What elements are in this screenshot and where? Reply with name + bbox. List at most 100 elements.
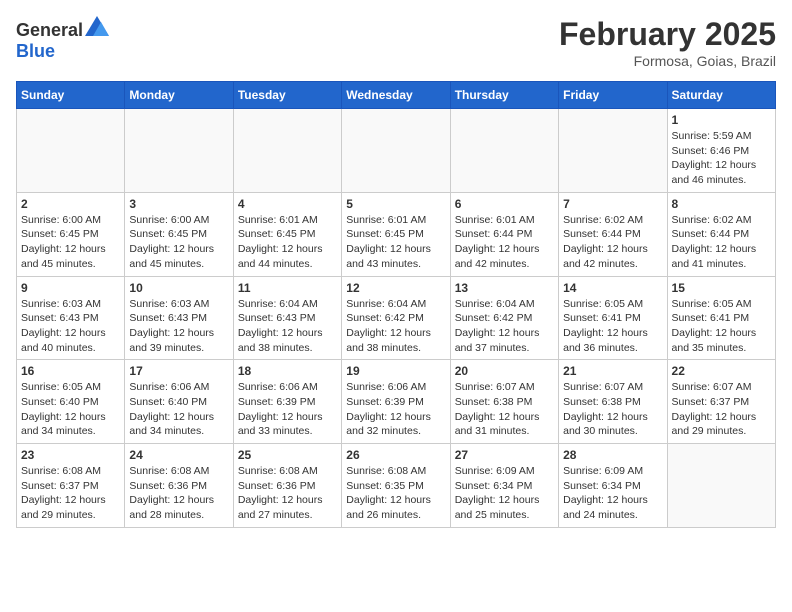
day-info: Sunrise: 6:08 AM Sunset: 6:35 PM Dayligh… xyxy=(346,464,445,523)
day-number: 2 xyxy=(21,197,120,211)
day-info: Sunrise: 6:00 AM Sunset: 6:45 PM Dayligh… xyxy=(21,213,120,272)
day-info: Sunrise: 6:06 AM Sunset: 6:40 PM Dayligh… xyxy=(129,380,228,439)
calendar-cell: 23 Sunrise: 6:08 AM Sunset: 6:37 PM Dayli… xyxy=(17,444,125,528)
calendar-week-4: 16Sunrise: 6:05 AM Sunset: 6:40 PM Dayli… xyxy=(17,360,776,444)
day-info: Sunrise: 6:02 AM Sunset: 6:44 PM Dayligh… xyxy=(672,213,771,272)
calendar-week-2: 2 Sunrise: 6:00 AM Sunset: 6:45 PM Daylig… xyxy=(17,192,776,276)
day-info: Sunrise: 6:05 AM Sunset: 6:41 PM Dayligh… xyxy=(563,297,662,356)
day-number: 4 xyxy=(238,197,337,211)
calendar-cell: 8 Sunrise: 6:02 AM Sunset: 6:44 PM Daylig… xyxy=(667,192,775,276)
logo-text: General Blue xyxy=(16,16,107,62)
calendar-cell: 5Sunrise: 6:01 AM Sunset: 6:45 PM Daylig… xyxy=(342,192,450,276)
day-number: 5 xyxy=(346,197,445,211)
day-info: Sunrise: 6:03 AM Sunset: 6:43 PM Dayligh… xyxy=(129,297,228,356)
day-info: Sunrise: 6:06 AM Sunset: 6:39 PM Dayligh… xyxy=(346,380,445,439)
month-title: February 2025 xyxy=(559,16,776,53)
logo-general: General xyxy=(16,20,83,40)
day-number: 9 xyxy=(21,281,120,295)
calendar-cell: 2 Sunrise: 6:00 AM Sunset: 6:45 PM Daylig… xyxy=(17,192,125,276)
column-header-friday: Friday xyxy=(559,82,667,109)
day-info: Sunrise: 6:05 AM Sunset: 6:41 PM Dayligh… xyxy=(672,297,771,356)
calendar-cell: 18 Sunrise: 6:06 AM Sunset: 6:39 PM Dayli… xyxy=(233,360,341,444)
calendar-cell: 27 Sunrise: 6:09 AM Sunset: 6:34 PM Dayli… xyxy=(450,444,558,528)
location-subtitle: Formosa, Goias, Brazil xyxy=(559,53,776,69)
day-info: Sunrise: 6:08 AM Sunset: 6:36 PM Dayligh… xyxy=(129,464,228,523)
calendar-cell: 20 Sunrise: 6:07 AM Sunset: 6:38 PM Dayli… xyxy=(450,360,558,444)
day-number: 25 xyxy=(238,448,337,462)
day-info: Sunrise: 6:07 AM Sunset: 6:38 PM Dayligh… xyxy=(455,380,554,439)
calendar-cell: 17 Sunrise: 6:06 AM Sunset: 6:40 PM Dayli… xyxy=(125,360,233,444)
day-number: 20 xyxy=(455,364,554,378)
day-number: 24 xyxy=(129,448,228,462)
day-info: Sunrise: 5:59 AM Sunset: 6:46 PM Dayligh… xyxy=(672,129,771,188)
day-number: 8 xyxy=(672,197,771,211)
calendar-cell xyxy=(233,109,341,193)
day-info: Sunrise: 6:01 AM Sunset: 6:44 PM Dayligh… xyxy=(455,213,554,272)
day-number: 23 xyxy=(21,448,120,462)
calendar-cell xyxy=(17,109,125,193)
day-number: 3 xyxy=(129,197,228,211)
day-info: Sunrise: 6:08 AM Sunset: 6:37 PM Dayligh… xyxy=(21,464,120,523)
calendar-cell: 10Sunrise: 6:03 AM Sunset: 6:43 PM Dayli… xyxy=(125,276,233,360)
calendar-week-1: 1 Sunrise: 5:59 AM Sunset: 6:46 PM Daylig… xyxy=(17,109,776,193)
calendar-cell: 21Sunrise: 6:07 AM Sunset: 6:38 PM Dayli… xyxy=(559,360,667,444)
logo-blue: Blue xyxy=(16,41,55,61)
column-header-saturday: Saturday xyxy=(667,82,775,109)
day-number: 21 xyxy=(563,364,662,378)
calendar-cell: 11 Sunrise: 6:04 AM Sunset: 6:43 PM Dayli… xyxy=(233,276,341,360)
calendar-cell: 3 Sunrise: 6:00 AM Sunset: 6:45 PM Daylig… xyxy=(125,192,233,276)
day-number: 28 xyxy=(563,448,662,462)
day-number: 6 xyxy=(455,197,554,211)
calendar-cell: 28 Sunrise: 6:09 AM Sunset: 6:34 PM Dayli… xyxy=(559,444,667,528)
column-header-sunday: Sunday xyxy=(17,82,125,109)
calendar-cell xyxy=(559,109,667,193)
calendar-cell: 1 Sunrise: 5:59 AM Sunset: 6:46 PM Daylig… xyxy=(667,109,775,193)
day-info: Sunrise: 6:04 AM Sunset: 6:42 PM Dayligh… xyxy=(455,297,554,356)
calendar-cell: 6 Sunrise: 6:01 AM Sunset: 6:44 PM Daylig… xyxy=(450,192,558,276)
logo: General Blue xyxy=(16,16,107,62)
day-number: 26 xyxy=(346,448,445,462)
day-info: Sunrise: 6:09 AM Sunset: 6:34 PM Dayligh… xyxy=(563,464,662,523)
calendar-cell xyxy=(450,109,558,193)
day-number: 22 xyxy=(672,364,771,378)
calendar-cell: 16Sunrise: 6:05 AM Sunset: 6:40 PM Dayli… xyxy=(17,360,125,444)
calendar-cell xyxy=(667,444,775,528)
day-info: Sunrise: 6:00 AM Sunset: 6:45 PM Dayligh… xyxy=(129,213,228,272)
calendar-header-row: SundayMondayTuesdayWednesdayThursdayFrid… xyxy=(17,82,776,109)
calendar-week-3: 9 Sunrise: 6:03 AM Sunset: 6:43 PM Daylig… xyxy=(17,276,776,360)
day-number: 1 xyxy=(672,113,771,127)
day-number: 14 xyxy=(563,281,662,295)
calendar-cell: 14 Sunrise: 6:05 AM Sunset: 6:41 PM Dayli… xyxy=(559,276,667,360)
day-number: 11 xyxy=(238,281,337,295)
calendar-week-5: 23 Sunrise: 6:08 AM Sunset: 6:37 PM Dayli… xyxy=(17,444,776,528)
calendar-cell: 19Sunrise: 6:06 AM Sunset: 6:39 PM Dayli… xyxy=(342,360,450,444)
day-number: 18 xyxy=(238,364,337,378)
day-number: 17 xyxy=(129,364,228,378)
calendar-table: SundayMondayTuesdayWednesdayThursdayFrid… xyxy=(16,81,776,528)
column-header-tuesday: Tuesday xyxy=(233,82,341,109)
day-info: Sunrise: 6:06 AM Sunset: 6:39 PM Dayligh… xyxy=(238,380,337,439)
day-info: Sunrise: 6:04 AM Sunset: 6:43 PM Dayligh… xyxy=(238,297,337,356)
calendar-cell: 15 Sunrise: 6:05 AM Sunset: 6:41 PM Dayli… xyxy=(667,276,775,360)
day-info: Sunrise: 6:02 AM Sunset: 6:44 PM Dayligh… xyxy=(563,213,662,272)
day-info: Sunrise: 6:04 AM Sunset: 6:42 PM Dayligh… xyxy=(346,297,445,356)
day-info: Sunrise: 6:08 AM Sunset: 6:36 PM Dayligh… xyxy=(238,464,337,523)
day-number: 16 xyxy=(21,364,120,378)
column-header-wednesday: Wednesday xyxy=(342,82,450,109)
logo-icon xyxy=(85,16,109,36)
calendar-cell: 7 Sunrise: 6:02 AM Sunset: 6:44 PM Daylig… xyxy=(559,192,667,276)
day-number: 27 xyxy=(455,448,554,462)
calendar-cell: 13Sunrise: 6:04 AM Sunset: 6:42 PM Dayli… xyxy=(450,276,558,360)
calendar-cell: 24 Sunrise: 6:08 AM Sunset: 6:36 PM Dayli… xyxy=(125,444,233,528)
calendar-cell: 9Sunrise: 6:03 AM Sunset: 6:43 PM Daylig… xyxy=(17,276,125,360)
day-number: 15 xyxy=(672,281,771,295)
calendar-cell: 22 Sunrise: 6:07 AM Sunset: 6:37 PM Dayli… xyxy=(667,360,775,444)
day-number: 12 xyxy=(346,281,445,295)
day-info: Sunrise: 6:01 AM Sunset: 6:45 PM Dayligh… xyxy=(238,213,337,272)
day-info: Sunrise: 6:07 AM Sunset: 6:37 PM Dayligh… xyxy=(672,380,771,439)
column-header-thursday: Thursday xyxy=(450,82,558,109)
day-number: 7 xyxy=(563,197,662,211)
calendar-cell: 26 Sunrise: 6:08 AM Sunset: 6:35 PM Dayli… xyxy=(342,444,450,528)
calendar-cell: 4 Sunrise: 6:01 AM Sunset: 6:45 PM Daylig… xyxy=(233,192,341,276)
day-info: Sunrise: 6:09 AM Sunset: 6:34 PM Dayligh… xyxy=(455,464,554,523)
